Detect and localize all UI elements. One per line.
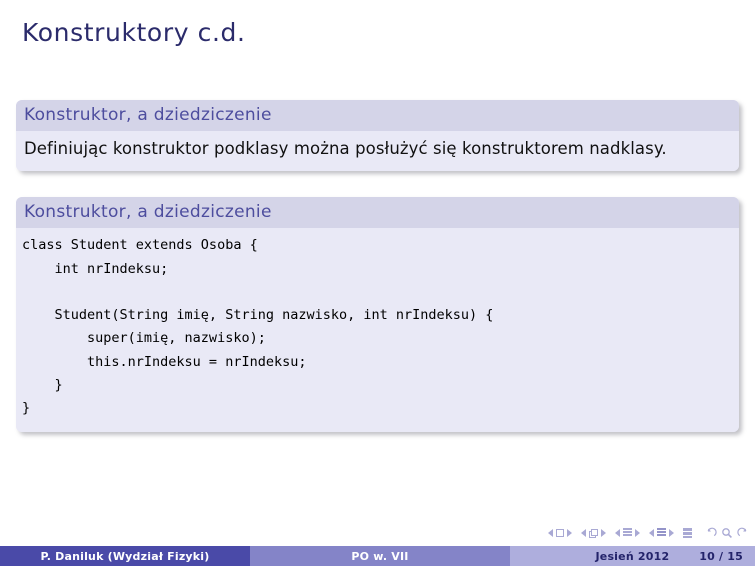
search-icon[interactable] <box>721 527 733 539</box>
section-navigation-group[interactable] <box>649 528 674 538</box>
next-section-icon[interactable] <box>669 529 674 537</box>
frame-navigation-group[interactable] <box>581 528 606 538</box>
back-icon[interactable] <box>705 527 717 539</box>
block-konstruktor-dziedziczenie-prose: Konstruktor, a dziedziczenie Definiując … <box>16 100 739 172</box>
page-title: Konstruktory c.d. <box>22 18 246 47</box>
beamer-navigation-bar[interactable] <box>548 524 749 542</box>
footer-page-number: 10 / 15 <box>699 549 743 563</box>
footer-meta: Jesień 2012 10 / 15 <box>510 546 755 566</box>
prev-section-icon[interactable] <box>649 529 654 537</box>
footer-author: P. Daniluk (Wydział Fizyki) <box>0 546 250 566</box>
block-body-text: Definiując konstruktor podklasy można po… <box>16 131 739 172</box>
slide-icon[interactable] <box>556 529 564 537</box>
frame-icon[interactable] <box>589 528 598 538</box>
prev-frame-icon[interactable] <box>581 529 586 537</box>
prev-slide-icon[interactable] <box>548 529 553 537</box>
subsection-icon[interactable] <box>623 528 632 538</box>
slide-content: Konstruktor, a dziedziczenie Definiując … <box>0 100 755 458</box>
footer-term: Jesień 2012 <box>595 549 670 563</box>
slide-navigation-group[interactable] <box>548 529 572 537</box>
history-navigation-group[interactable] <box>705 527 749 539</box>
footer-bar: P. Daniluk (Wydział Fizyki) PO w. VII Je… <box>0 546 755 566</box>
next-frame-icon[interactable] <box>601 529 606 537</box>
section-icon[interactable] <box>657 528 666 538</box>
block-title: Konstruktor, a dziedziczenie <box>16 197 739 229</box>
forward-icon[interactable] <box>737 527 749 539</box>
subsection-navigation-group[interactable] <box>615 528 640 538</box>
code-listing: class Student extends Osoba { int nrInde… <box>16 228 739 433</box>
next-slide-icon[interactable] <box>567 529 572 537</box>
presentation-group[interactable] <box>683 528 692 538</box>
footer-course: PO w. VII <box>250 546 510 566</box>
block-konstruktor-dziedziczenie-code: Konstruktor, a dziedziczenie class Stude… <box>16 197 739 433</box>
block-title: Konstruktor, a dziedziczenie <box>16 100 739 132</box>
presentation-icon[interactable] <box>683 528 692 538</box>
prev-subsection-icon[interactable] <box>615 529 620 537</box>
next-subsection-icon[interactable] <box>635 529 640 537</box>
